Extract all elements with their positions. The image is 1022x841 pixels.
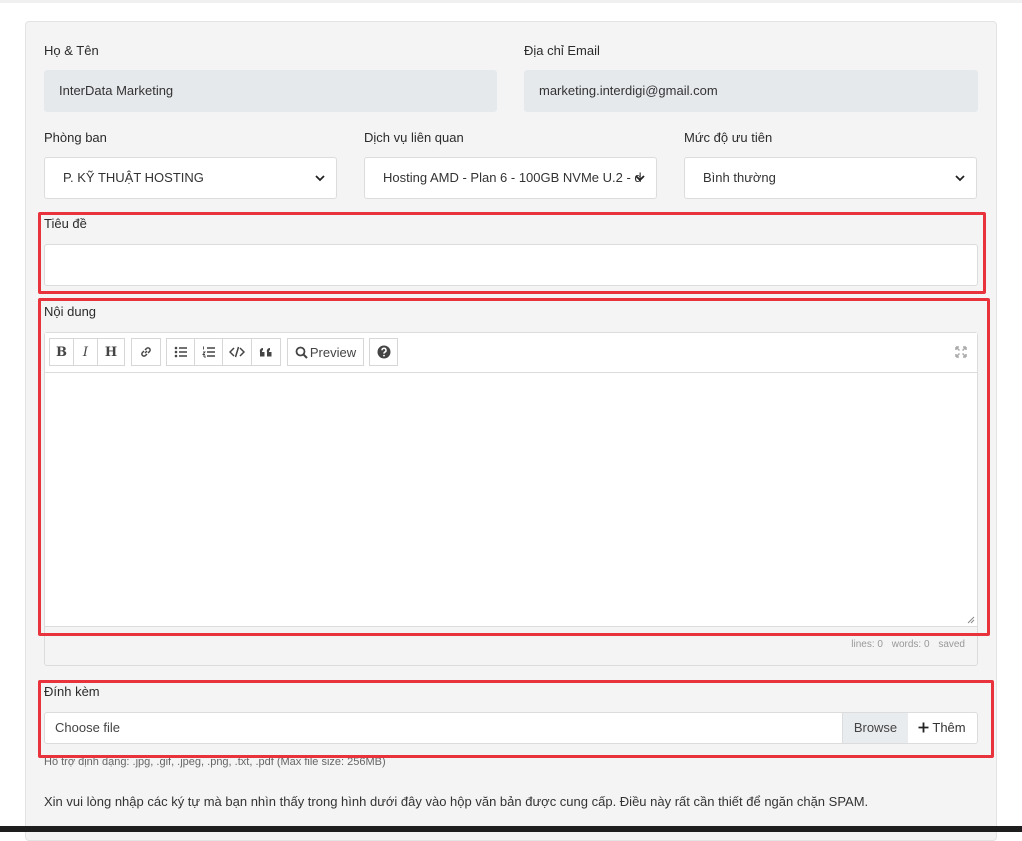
editor-word-count: words: 0 — [891, 639, 930, 650]
captcha-notice: Xin vui lòng nhập các ký tự mà bạn nhìn … — [44, 794, 869, 809]
preview-button[interactable]: Preview — [287, 338, 364, 366]
subject-input[interactable] — [44, 244, 978, 286]
bullet-list-button[interactable] — [166, 338, 195, 366]
heading-button[interactable]: H — [97, 338, 125, 366]
content-textarea[interactable] — [45, 373, 977, 627]
fullname-label: Họ & Tên — [44, 43, 99, 58]
search-icon — [295, 346, 308, 359]
department-label: Phòng ban — [44, 130, 107, 145]
content-label: Nội dung — [44, 304, 97, 319]
code-button[interactable] — [222, 338, 252, 366]
bullet-list-icon — [174, 346, 187, 358]
email-label: Địa chỉ Email — [524, 43, 600, 58]
add-attachment-label: Thêm — [932, 720, 966, 735]
attachment-format-hint: Hỗ trợ định dạng: .jpg, .gif, .jpeg, .pn… — [44, 756, 386, 768]
plus-icon — [918, 722, 929, 733]
attachment-label: Đính kèm — [44, 684, 100, 699]
link-button[interactable] — [131, 338, 161, 366]
service-select[interactable]: Hosting AMD - Plan 6 - 100GB NVMe U.2 - … — [364, 157, 657, 199]
editor-toolbar: B I H Preview — [45, 333, 977, 373]
subject-label: Tiêu đề — [44, 216, 87, 231]
question-circle-icon — [377, 345, 390, 359]
browse-button[interactable]: Browse — [842, 713, 908, 743]
file-input[interactable]: Choose file Browse Thêm — [44, 712, 978, 744]
priority-select[interactable]: Bình thường — [684, 157, 977, 199]
editor-save-status: saved — [938, 639, 965, 650]
top-divider — [0, 0, 1022, 3]
chevron-down-icon — [955, 175, 965, 182]
file-input-placeholder: Choose file — [55, 720, 121, 735]
help-button[interactable] — [369, 338, 398, 366]
chevron-down-icon — [635, 175, 645, 182]
numbered-list-icon — [201, 346, 215, 358]
preview-label: Preview — [309, 344, 357, 360]
fullscreen-icon[interactable] — [955, 346, 967, 358]
fullname-input[interactable]: InterData Marketing — [44, 70, 497, 112]
editor-line-count: lines: 0 — [851, 639, 883, 650]
chevron-down-icon — [315, 175, 325, 182]
numbered-list-button[interactable] — [194, 338, 223, 366]
department-selected-value: P. KỸ THUẬT HOSTING — [63, 170, 204, 185]
bold-button[interactable]: B — [49, 338, 74, 366]
bottom-bar — [0, 826, 1022, 832]
department-select[interactable]: P. KỸ THUẬT HOSTING — [44, 157, 337, 199]
add-attachment-button[interactable]: Thêm — [908, 713, 977, 743]
link-icon — [141, 347, 151, 357]
service-selected-value: Hosting AMD - Plan 6 - 100GB NVMe U.2 - … — [383, 170, 642, 185]
editor-status-bar: lines: 0 words: 0 saved — [845, 639, 965, 650]
markdown-editor: B I H Preview lines: 0 words: 0 saved — [44, 332, 978, 666]
code-icon — [229, 346, 245, 358]
quote-icon — [259, 347, 272, 357]
priority-selected-value: Bình thường — [703, 170, 776, 185]
email-input[interactable]: marketing.interdigi@gmail.com — [524, 70, 978, 112]
service-label: Dịch vụ liên quan — [364, 130, 464, 145]
priority-label: Mức độ ưu tiên — [684, 130, 773, 145]
quote-button[interactable] — [251, 338, 281, 366]
resize-handle-icon[interactable] — [967, 616, 975, 624]
italic-button[interactable]: I — [73, 338, 98, 366]
